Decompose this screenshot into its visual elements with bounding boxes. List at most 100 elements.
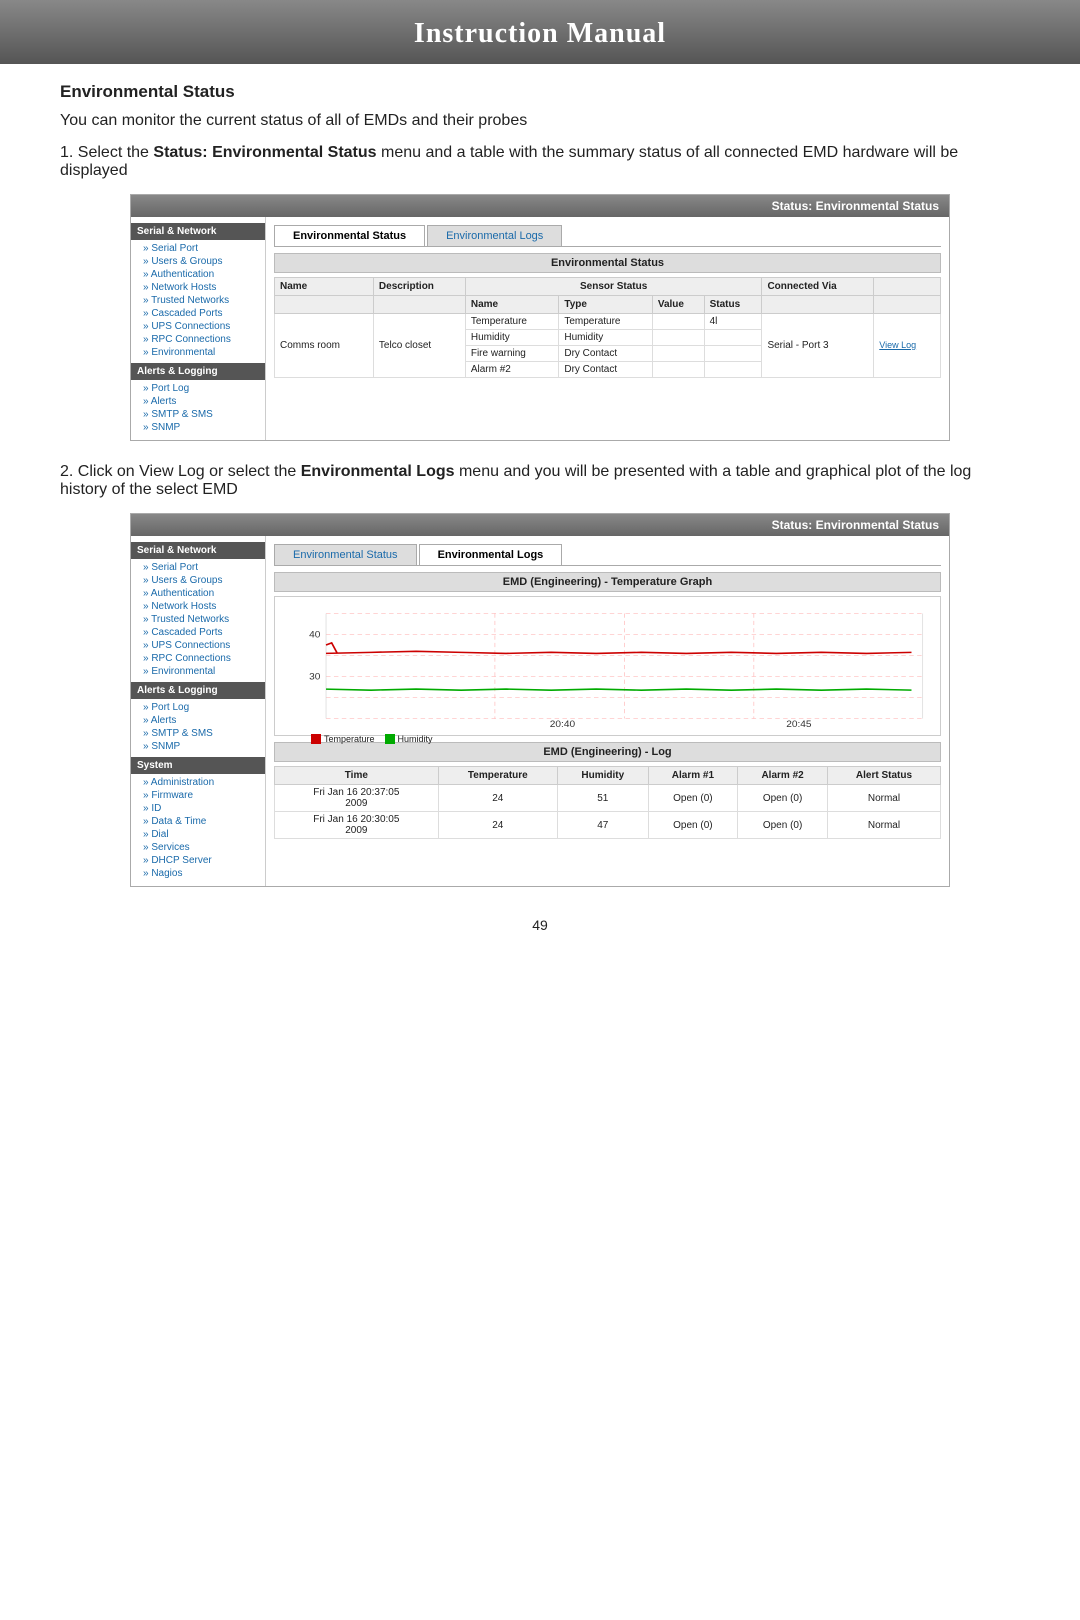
- page-header: Instruction Manual: [0, 0, 1080, 64]
- log-col-time: Time: [275, 767, 439, 785]
- col-desc-empty: [373, 296, 465, 314]
- step2-bold1: Environmental Logs: [301, 463, 455, 480]
- sidebar1-item-serial-port[interactable]: » Serial Port: [131, 242, 265, 255]
- sidebar1-item-snmp[interactable]: » SNMP: [131, 421, 265, 434]
- cell-view-log[interactable]: View Log: [874, 314, 941, 378]
- log-humidity-2: 47: [557, 812, 648, 839]
- sidebar1-item-ups[interactable]: » UPS Connections: [131, 320, 265, 333]
- step2-text-middle: menu and you will be presented with a ta…: [60, 463, 971, 498]
- sidebar1-item-rpc[interactable]: » RPC Connections: [131, 333, 265, 346]
- log-col-alarm1: Alarm #1: [648, 767, 738, 785]
- sidebar2-item-cascaded-ports[interactable]: » Cascaded Ports: [131, 626, 265, 639]
- cell-connected-via: Serial - Port 3: [762, 314, 874, 378]
- screenshot1-tab-bar: Environmental Status Environmental Logs: [274, 225, 941, 247]
- sidebar2-item-services[interactable]: » Services: [131, 841, 265, 854]
- sidebar1-item-auth[interactable]: » Authentication: [131, 268, 265, 281]
- sidebar2-item-firmware[interactable]: » Firmware: [131, 789, 265, 802]
- sidebar1-item-alerts[interactable]: » Alerts: [131, 395, 265, 408]
- screenshot2-tab-bar: Environmental Status Environmental Logs: [274, 544, 941, 566]
- sidebar2-item-id[interactable]: » ID: [131, 802, 265, 815]
- tab-env-logs[interactable]: Environmental Logs: [427, 225, 562, 246]
- sidebar2-item-users[interactable]: » Users & Groups: [131, 574, 265, 587]
- step2-text: 2. Click on View Log or select the Envir…: [60, 463, 1020, 499]
- sidebar2-item-alerts[interactable]: » Alerts: [131, 714, 265, 727]
- section-title: Environmental Status: [60, 82, 1020, 102]
- env-status-table: Name Description Sensor Status Connected…: [274, 277, 941, 378]
- cell-sensor-type-4: Dry Contact: [559, 362, 653, 378]
- col-view-log-header: [874, 278, 941, 296]
- sidebar1-item-cascaded-ports[interactable]: » Cascaded Ports: [131, 307, 265, 320]
- log-alarm2-1: Open (0): [738, 785, 828, 812]
- sidebar2-item-auth[interactable]: » Authentication: [131, 587, 265, 600]
- log-alertstatus-2: Normal: [827, 812, 940, 839]
- screenshot1-main: Environmental Status Environmental Logs …: [266, 217, 949, 440]
- cell-name: Comms room: [275, 314, 374, 378]
- sidebar2-item-serial-port[interactable]: » Serial Port: [131, 561, 265, 574]
- sidebar2-item-admin[interactable]: » Administration: [131, 776, 265, 789]
- col-connected-via: Connected Via: [762, 278, 874, 296]
- col-sensor-value: Value: [652, 296, 704, 314]
- sidebar2-item-rpc[interactable]: » RPC Connections: [131, 652, 265, 665]
- legend-humidity: Humidity: [385, 734, 433, 744]
- screenshot1-titlebar: Status: Environmental Status: [131, 195, 949, 217]
- sidebar2-item-datetime[interactable]: » Data & Time: [131, 815, 265, 828]
- log-time-2: Fri Jan 16 20:30:052009: [275, 812, 439, 839]
- tab2-env-status[interactable]: Environmental Status: [274, 544, 417, 565]
- sidebar2-item-network-hosts[interactable]: » Network Hosts: [131, 600, 265, 613]
- log-alertstatus-1: Normal: [827, 785, 940, 812]
- view-log-button[interactable]: View Log: [879, 340, 916, 350]
- sidebar1-item-port-log[interactable]: » Port Log: [131, 382, 265, 395]
- svg-text:20:45: 20:45: [786, 719, 812, 729]
- log-row-1: Fri Jan 16 20:37:052009 24 51 Open (0) O…: [275, 785, 941, 812]
- sidebar2-group3-title: System: [131, 757, 265, 774]
- log-temp-2: 24: [438, 812, 557, 839]
- cell-sensor-type-3: Dry Contact: [559, 346, 653, 362]
- legend-humidity-label: Humidity: [398, 734, 433, 744]
- cell-sensor-value-1: [652, 314, 704, 330]
- screenshot2-sidebar: Serial & Network » Serial Port » Users &…: [131, 536, 266, 886]
- sidebar2-item-port-log[interactable]: » Port Log: [131, 701, 265, 714]
- log-title: EMD (Engineering) - Log: [274, 742, 941, 762]
- legend-temperature: Temperature: [311, 734, 375, 744]
- tab-env-status[interactable]: Environmental Status: [274, 225, 425, 246]
- cell-sensor-status-3: [704, 346, 762, 362]
- screenshot1-body: Serial & Network » Serial Port » Users &…: [131, 217, 949, 440]
- tab2-env-logs[interactable]: Environmental Logs: [419, 544, 563, 565]
- col-vl-empty: [874, 296, 941, 314]
- sidebar1-item-environmental[interactable]: » Environmental: [131, 346, 265, 359]
- chart-title: EMD (Engineering) - Temperature Graph: [274, 572, 941, 592]
- sidebar2-item-snmp[interactable]: » SNMP: [131, 740, 265, 753]
- cell-sensor-status-4: [704, 362, 762, 378]
- cell-sensor-name-1: Temperature: [465, 314, 559, 330]
- sidebar1-item-trusted-networks[interactable]: » Trusted Networks: [131, 294, 265, 307]
- log-temp-1: 24: [438, 785, 557, 812]
- cell-sensor-type-2: Humidity: [559, 330, 653, 346]
- sidebar1-item-network-hosts[interactable]: » Network Hosts: [131, 281, 265, 294]
- sidebar2-item-dial[interactable]: » Dial: [131, 828, 265, 841]
- sidebar2-item-smtp[interactable]: » SMTP & SMS: [131, 727, 265, 740]
- col-sensor-name: Name: [465, 296, 559, 314]
- screenshot2-main: Environmental Status Environmental Logs …: [266, 536, 949, 886]
- intro-text: You can monitor the current status of al…: [60, 112, 1020, 130]
- log-table: Time Temperature Humidity Alarm #1 Alarm…: [274, 766, 941, 839]
- sidebar2-item-ups[interactable]: » UPS Connections: [131, 639, 265, 652]
- sidebar1-item-users[interactable]: » Users & Groups: [131, 255, 265, 268]
- cell-sensor-name-2: Humidity: [465, 330, 559, 346]
- log-humidity-1: 51: [557, 785, 648, 812]
- log-col-humidity: Humidity: [557, 767, 648, 785]
- sidebar2-item-environmental[interactable]: » Environmental: [131, 665, 265, 678]
- sidebar1-group2-title: Alerts & Logging: [131, 363, 265, 380]
- sidebar2-item-dhcp[interactable]: » DHCP Server: [131, 854, 265, 867]
- sidebar1-item-smtp[interactable]: » SMTP & SMS: [131, 408, 265, 421]
- col-description: Description: [373, 278, 465, 296]
- sidebar2-item-trusted-networks[interactable]: » Trusted Networks: [131, 613, 265, 626]
- page-content: Environmental Status You can monitor the…: [0, 82, 1080, 933]
- sidebar2-item-nagios[interactable]: » Nagios: [131, 867, 265, 880]
- screenshot1-sidebar: Serial & Network » Serial Port » Users &…: [131, 217, 266, 440]
- chart-container: 40 30 20:40 20:45: [274, 596, 941, 736]
- sidebar2-group2-title: Alerts & Logging: [131, 682, 265, 699]
- cell-sensor-status-2: [704, 330, 762, 346]
- log-time-1: Fri Jan 16 20:37:052009: [275, 785, 439, 812]
- screenshot2-box: Status: Environmental Status Serial & Ne…: [130, 513, 950, 887]
- sidebar2-group1-title: Serial & Network: [131, 542, 265, 559]
